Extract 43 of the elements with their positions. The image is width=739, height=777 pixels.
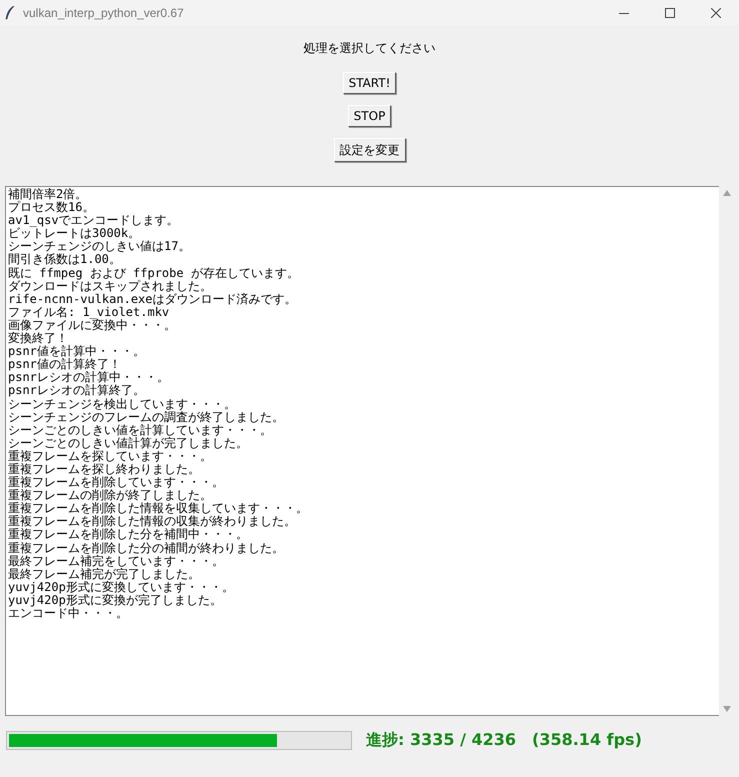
log-line: yuvj420p形式に変換が完了しました。 [8,592,222,607]
log-line: psnr値を計算中・・・。 [8,344,145,358]
maximize-icon[interactable] [665,8,675,18]
log-line: シーンごとのしきい値計算が完了しました。 [8,436,248,450]
log-line: ダウンロードはスキップされました。 [8,278,212,293]
log-line: psnrレシオの計算中・・・。 [8,370,169,384]
log-line: 重複フレームを削除した情報の収集が終わりました。 [8,514,296,528]
log-line: 画像ファイルに変換中・・・。 [8,318,176,332]
log-line: プロセス数16。 [8,200,94,214]
log-line: av1_qsvでエンコードします。 [8,213,179,228]
action-button[interactable]: 設定を変更 [334,138,406,162]
log-line: シーンごとのしきい値を計算しています・・・。 [8,422,272,437]
log-line: 重複フレームを削除した分を補間中・・・。 [8,527,248,542]
progress-label: 進捗: 3335 / 4236 (358.14 fps) [366,730,642,751]
log-line: エンコード中・・・。 [8,606,128,620]
log-line: 重複フレームを探しています・・・。 [8,448,212,463]
log-line: 重複フレームを削除した分の補間が終わりました。 [8,540,284,555]
prompt-label: 処理を選択してください [304,40,436,57]
log-line: ファイル名: 1_violet.mkv [8,304,170,319]
log-line: 最終フレーム補完をしています・・・。 [8,554,224,568]
log-line: 補間倍率2倍。 [8,187,88,201]
action-button[interactable]: STOP [348,105,392,127]
log-line: 変換終了！ [8,331,68,346]
log-line: シーンチェンジのしきい値は17。 [8,239,190,254]
log-line: 重複フレームの削除が終了しました。 [8,488,212,502]
log-line: シーンチェンジを検出しています・・・。 [8,396,236,410]
log-line: psnrレシオの計算終了。 [8,383,145,398]
log-line: 重複フレームを削除しています・・・。 [8,475,224,490]
log-line: シーンチェンジのフレームの調査が終了しました。 [8,410,284,424]
log-line: psnr値の計算終了！ [8,357,121,372]
feather-icon [5,6,15,20]
log-text-area[interactable] [5,186,719,716]
close-icon[interactable] [711,8,721,18]
log-line: rife-ncnn-vulkan.exeはダウンロード済みです。 [8,292,296,306]
log-line: 既に ffmpeg および ffprobe が存在しています。 [8,266,299,280]
window-title: vulkan_interp_python_ver0.67 [23,6,184,20]
log-line: 間引き係数は1.00。 [8,252,121,266]
action-button[interactable]: START! [342,72,396,94]
log-line: 重複フレームを削除した情報を収集しています・・・。 [8,501,308,516]
log-line: 最終フレーム補完が完了しました。 [8,566,200,581]
log-line: ビットレートは3000k。 [8,226,140,240]
log-line: yuvj420p形式に変換しています・・・。 [8,580,234,594]
log-line: 重複フレームを探し終わりました。 [8,462,200,476]
